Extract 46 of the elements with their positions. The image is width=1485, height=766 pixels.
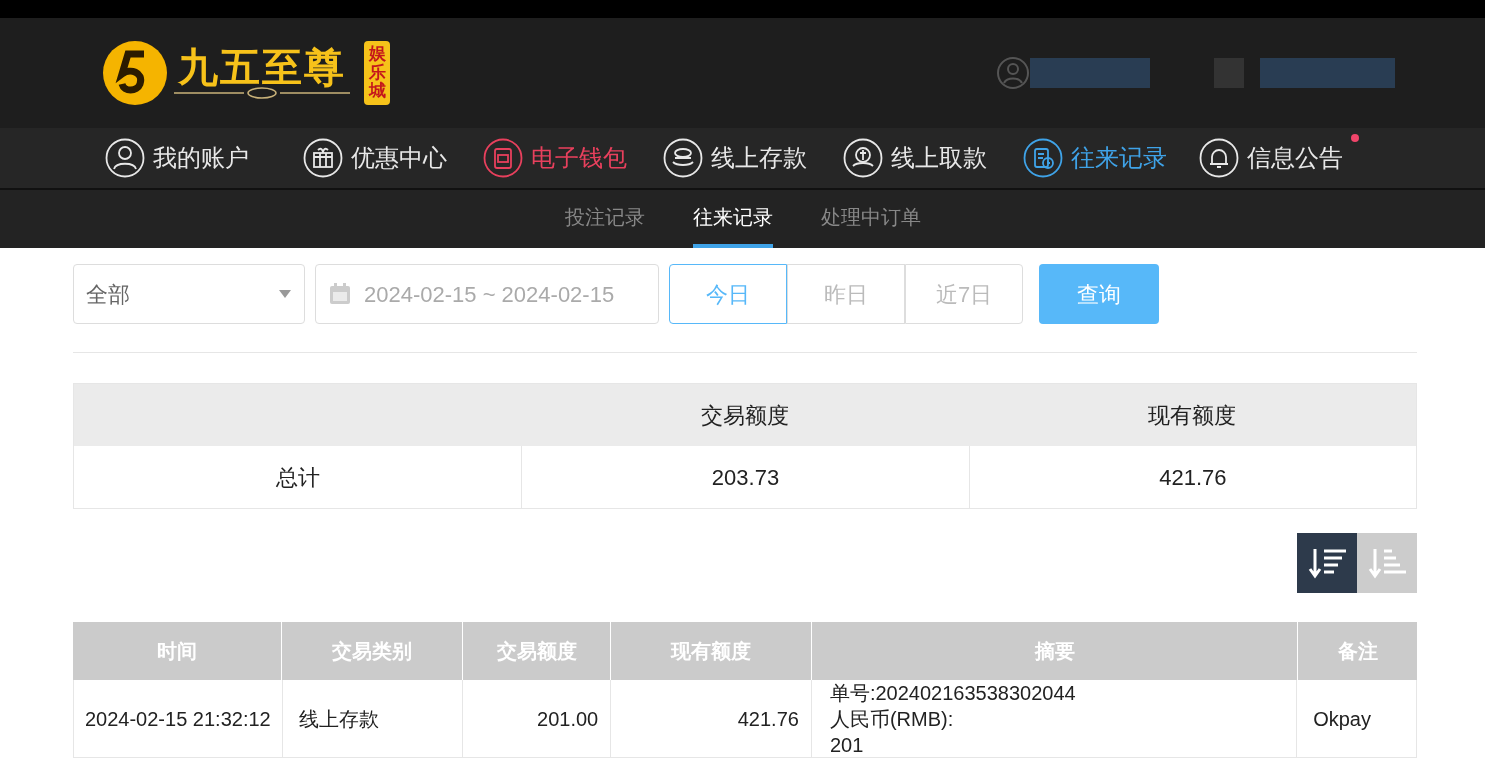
nav-label: 往来记录 [1071, 143, 1167, 173]
nav-item[interactable]: 线上存款 [663, 138, 807, 178]
nav-item[interactable]: 线上取款 [843, 138, 987, 178]
logo-badge: 娱乐城 [364, 40, 390, 106]
date-range-value: 2024-02-15 ~ 2024-02-15 [364, 280, 615, 309]
nav-item[interactable]: 优惠中心 [303, 138, 447, 178]
ornament-line-icon [172, 87, 352, 99]
logo-name: 九五至尊 [178, 47, 346, 87]
bell-icon [1199, 138, 1239, 178]
nav-item[interactable]: 我的账户 [105, 138, 249, 178]
sub-tab[interactable]: 往来记录 [692, 190, 773, 248]
summary-header: 交易额度 [700, 401, 790, 430]
sub-tab[interactable]: 处理中订单 [820, 190, 921, 248]
user-icon [105, 138, 145, 178]
summary-line: 单号:202402163538302044 [829, 680, 1077, 706]
table-cell: Okpay [1296, 680, 1416, 757]
nav-item[interactable]: 电子钱包 [483, 138, 627, 178]
logo-emblem-icon [102, 40, 168, 106]
sort-button[interactable] [1297, 533, 1357, 593]
type-select[interactable]: 全部 [73, 264, 305, 324]
nav-item[interactable]: 往来记录 [1023, 138, 1167, 178]
summary-value: 421.76 [968, 446, 1416, 508]
table-cell: 线上存款 [281, 680, 463, 757]
dropdown-caret-icon [278, 289, 292, 299]
table-cell: 201.00 [462, 680, 611, 757]
site-logo[interactable]: 九五至尊 娱乐城 [102, 40, 390, 106]
nav-label: 电子钱包 [531, 143, 627, 173]
nav-label: 我的账户 [153, 143, 249, 173]
user-icon [996, 56, 1030, 90]
summary-value: 203.73 [521, 446, 969, 508]
sub-tab[interactable]: 投注记录 [564, 190, 645, 248]
nav-label: 线上取款 [891, 143, 987, 173]
nav-label: 信息公告 [1247, 143, 1343, 173]
calendar-icon [328, 282, 352, 306]
nav-label: 线上存款 [711, 143, 807, 173]
table-cell: 421.76 [610, 680, 811, 757]
select-value: 全部 [86, 280, 130, 309]
table-cell-text: 2024-02-15 21:32:12 [83, 706, 272, 732]
summary-line: 人民币(RMB): [829, 706, 955, 732]
gift-icon [303, 138, 343, 178]
summary-header: 现有额度 [1147, 401, 1238, 430]
nav-label: 优惠中心 [351, 143, 447, 173]
record-icon [1023, 138, 1063, 178]
nav-item[interactable]: 信息公告 [1199, 138, 1343, 178]
summary-label: 总计 [274, 463, 321, 492]
summary-line: 201 [829, 732, 865, 758]
